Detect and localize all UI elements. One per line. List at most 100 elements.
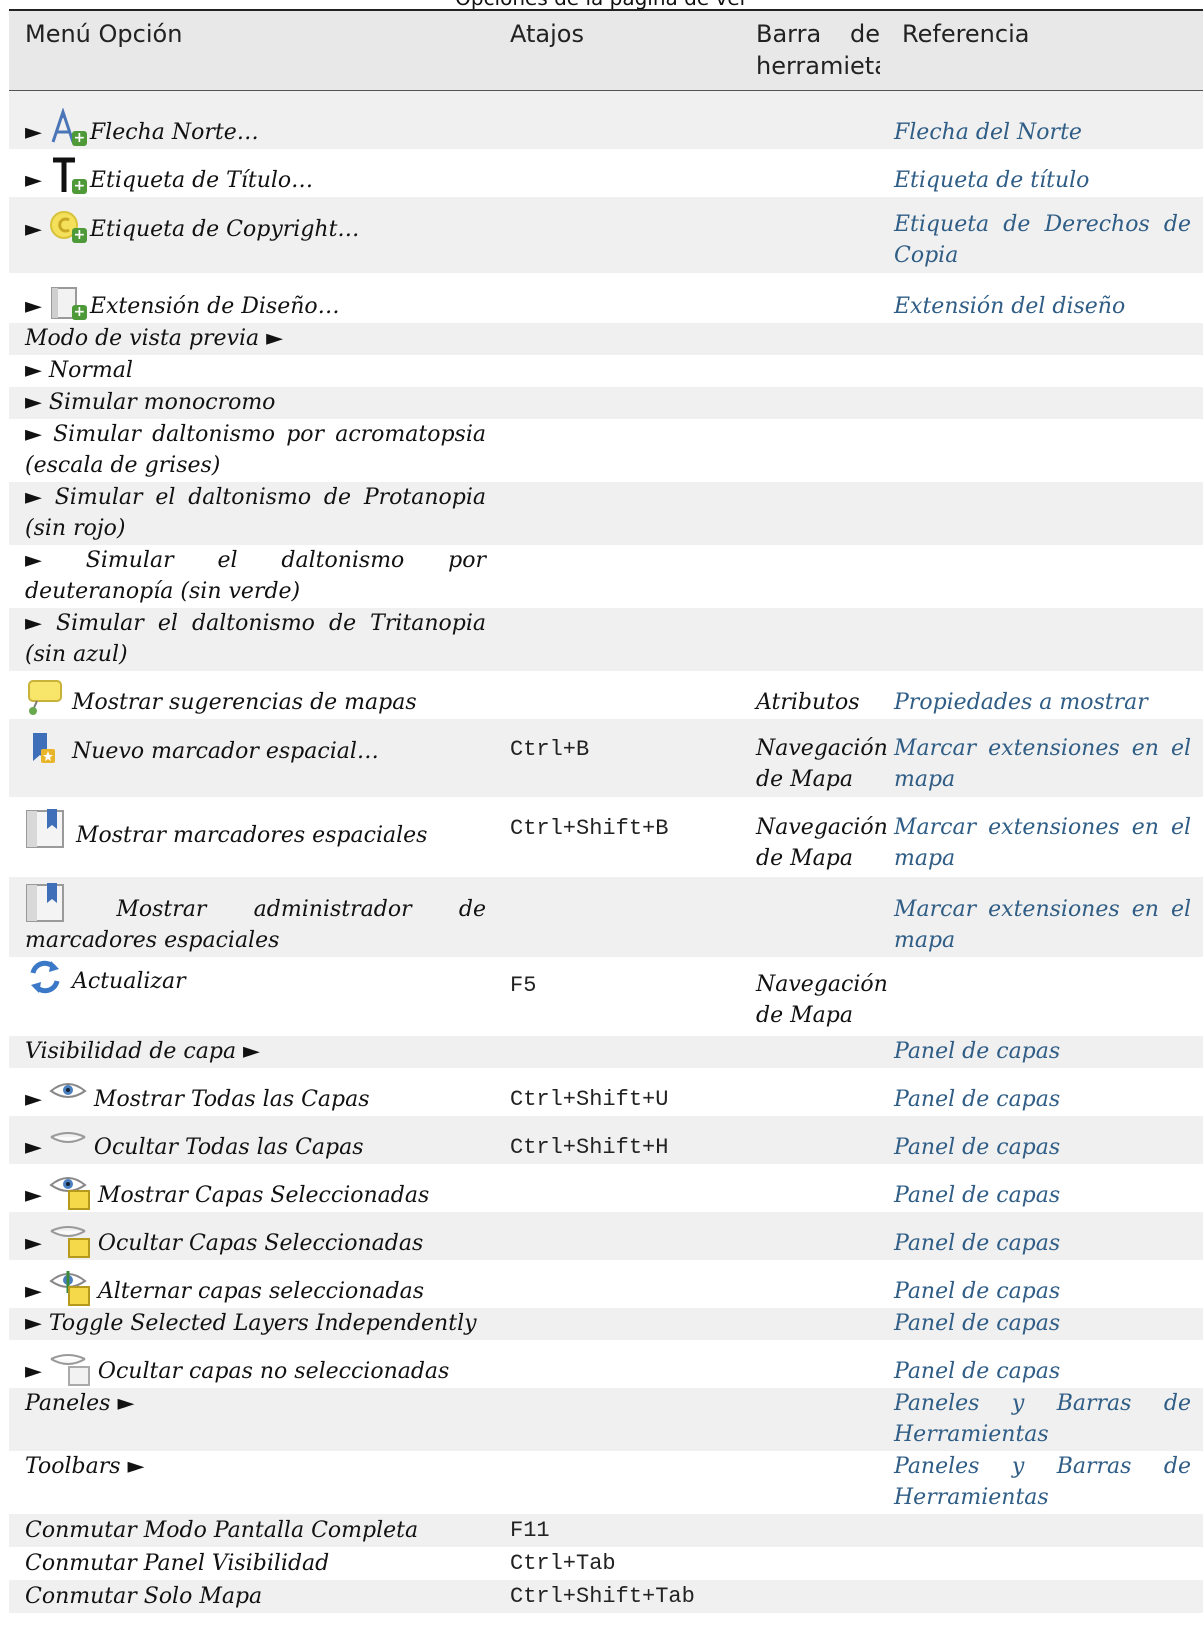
- reference-link[interactable]: Paneles y Barras de Herramientas: [886, 1388, 1203, 1451]
- table-caption-text: Opciones de la página de ver: [0, 0, 1203, 9]
- reference-link[interactable]: Paneles y Barras de Herramientas: [886, 1451, 1203, 1514]
- menu-label[interactable]: Alternar capas seleccionadas: [98, 1279, 424, 1304]
- reference-link[interactable]: Etiqueta de Derechos de Copia: [886, 197, 1203, 273]
- menu-label[interactable]: Mostrar administrador de marcadores espa…: [25, 897, 486, 953]
- toolbar-cell: [748, 1308, 886, 1340]
- reference-link[interactable]: Extensión del diseño: [886, 273, 1203, 323]
- menu-label[interactable]: Ocultar capas no seleccionadas: [98, 1359, 449, 1384]
- menu-label[interactable]: Etiqueta de Copyright…: [90, 217, 360, 242]
- table-row: ► Normal: [9, 355, 1203, 387]
- menu-label[interactable]: Conmutar Modo Pantalla Completa: [9, 1514, 494, 1547]
- reference-link[interactable]: Marcar extensiones en el mapa: [886, 877, 1203, 957]
- toolbar-cell: [748, 1212, 886, 1260]
- menu-label[interactable]: Simular el daltonismo de Tritanopia (sin…: [25, 611, 486, 667]
- menu-label[interactable]: Normal: [49, 358, 133, 383]
- reference-link[interactable]: Panel de capas: [886, 1212, 1203, 1260]
- menu-cell: ► Simular daltonismo por acromatopsia (e…: [9, 419, 494, 482]
- shortcut-cell: [494, 99, 748, 149]
- submenu-arrow: ►: [25, 548, 42, 573]
- eye-closed-icon: [49, 1223, 91, 1259]
- menu-cell: Mostrar administrador de marcadores espa…: [9, 877, 494, 957]
- shortcut-cell: [494, 273, 748, 323]
- menu-label[interactable]: Mostrar Capas Seleccionadas: [98, 1183, 429, 1208]
- toolbar-cell: [748, 1116, 886, 1164]
- menu-label[interactable]: Simular monocromo: [49, 390, 276, 415]
- toolbar-cell: [748, 1388, 886, 1451]
- shortcut-cell: Ctrl+Shift+U: [494, 1068, 748, 1116]
- menu-label[interactable]: Ocultar Capas Seleccionadas: [98, 1231, 423, 1256]
- shortcut-cell: [494, 1212, 748, 1260]
- menu-label[interactable]: Ocultar Todas las Capas: [94, 1135, 364, 1160]
- reference-link[interactable]: Marcar extensiones en el mapa: [886, 797, 1203, 877]
- header-toolbar: Barra de herramietas: [748, 9, 886, 91]
- menu-cell: ► + Flecha Norte…: [9, 99, 494, 149]
- table-row: ► Ocultar capas no seleccionadas Panel d…: [9, 1340, 1203, 1388]
- reference-cell: [886, 1514, 1203, 1547]
- toolbar-cell: [748, 1036, 886, 1068]
- menu-cell: ► Normal: [9, 355, 494, 387]
- menu-label[interactable]: Mostrar marcadores espaciales: [76, 823, 427, 848]
- table-row: Conmutar Modo Pantalla Completa F11: [9, 1514, 1203, 1547]
- menu-cell: ► Simular el daltonismo por deuteranopía…: [9, 545, 494, 608]
- reference-link[interactable]: Panel de capas: [886, 1068, 1203, 1116]
- table-spacer: [9, 90, 1203, 99]
- reference-link[interactable]: Panel de capas: [886, 1116, 1203, 1164]
- menu-label[interactable]: Conmutar Solo Mapa: [9, 1580, 494, 1613]
- submenu-arrow: ►: [25, 485, 42, 510]
- table-header-row: Menú Opción Atajos Barra de herramietas …: [9, 9, 1203, 91]
- shortcut-key: F11: [510, 1518, 550, 1543]
- table-row: Mostrar sugerencias de mapas Atributos P…: [9, 671, 1203, 719]
- shortcut-cell: [494, 671, 748, 719]
- menu-label[interactable]: Conmutar Panel Visibilidad: [9, 1547, 494, 1580]
- menu-label[interactable]: Nuevo marcador espacial…: [72, 739, 379, 764]
- menu-label[interactable]: Paneles ►: [9, 1388, 494, 1451]
- reference-link[interactable]: Panel de capas: [886, 1164, 1203, 1212]
- menu-label[interactable]: Simular el daltonismo por deuteranopía (…: [25, 548, 486, 604]
- bookmarks-icon: [25, 807, 69, 851]
- header-menu: Menú Opción: [9, 9, 494, 91]
- reference-cell: [886, 419, 1203, 482]
- reference-cell: [886, 545, 1203, 608]
- menu-label[interactable]: Flecha Norte…: [90, 120, 259, 145]
- reference-link[interactable]: Marcar extensiones en el mapa: [886, 719, 1203, 797]
- menu-label[interactable]: Actualizar: [72, 969, 186, 994]
- table-row: ► Simular el daltonismo de Protanopia (s…: [9, 482, 1203, 545]
- reference-link[interactable]: Panel de capas: [886, 1036, 1203, 1068]
- reference-cell: [886, 608, 1203, 671]
- menu-label[interactable]: Simular daltonismo por acromatopsia (esc…: [25, 422, 486, 478]
- menu-label[interactable]: Extensión de Diseño…: [90, 294, 340, 319]
- table-row: ► Mostrar Capas Seleccionadas Panel de c…: [9, 1164, 1203, 1212]
- eye-closed-icon: [49, 1351, 91, 1387]
- menu-label[interactable]: Modo de vista previa ►: [9, 323, 494, 355]
- toolbar-cell: [748, 545, 886, 608]
- reference-link[interactable]: Panel de capas: [886, 1260, 1203, 1308]
- shortcut-cell: F5: [494, 957, 748, 1036]
- menu-label[interactable]: Toggle Selected Layers Independently: [49, 1311, 477, 1336]
- table-row: ► Alternar capas seleccionadas Panel de …: [9, 1260, 1203, 1308]
- refresh-icon: [25, 957, 65, 997]
- reference-link[interactable]: Panel de capas: [886, 1340, 1203, 1388]
- menu-label[interactable]: Mostrar Todas las Capas: [94, 1087, 370, 1112]
- shortcut-cell: [494, 323, 748, 355]
- toolbar-cell: [748, 1451, 886, 1514]
- reference-cell: [886, 482, 1203, 545]
- shortcut-key: Ctrl+Shift+B: [510, 816, 669, 841]
- menu-label[interactable]: Mostrar sugerencias de mapas: [72, 690, 417, 715]
- table-row: ► Ocultar Todas las Capas Ctrl+Shift+H P…: [9, 1116, 1203, 1164]
- menu-label[interactable]: Toolbars ►: [9, 1451, 494, 1514]
- reference-link[interactable]: Etiqueta de título: [886, 149, 1203, 197]
- shortcut-cell: [494, 1036, 748, 1068]
- table-row: Visibilidad de capa ► Panel de capas: [9, 1036, 1203, 1068]
- reference-link[interactable]: Flecha del Norte: [886, 99, 1203, 149]
- toolbar-cell: [748, 1547, 886, 1580]
- reference-link[interactable]: Panel de capas: [886, 1308, 1203, 1340]
- eye-closed-icon: [49, 1129, 87, 1163]
- menu-label[interactable]: Simular el daltonismo de Protanopia (sin…: [25, 485, 486, 541]
- submenu-arrow: ►: [25, 422, 42, 447]
- reference-link[interactable]: Propiedades a mostrar: [886, 671, 1203, 719]
- shortcut-cell: F11: [494, 1514, 748, 1547]
- menu-label[interactable]: Etiqueta de Título…: [90, 168, 313, 193]
- menu-label[interactable]: Visibilidad de capa ►: [9, 1036, 494, 1068]
- title-label-add-icon: +: [49, 156, 87, 196]
- menu-cell: Mostrar marcadores espaciales: [9, 797, 494, 877]
